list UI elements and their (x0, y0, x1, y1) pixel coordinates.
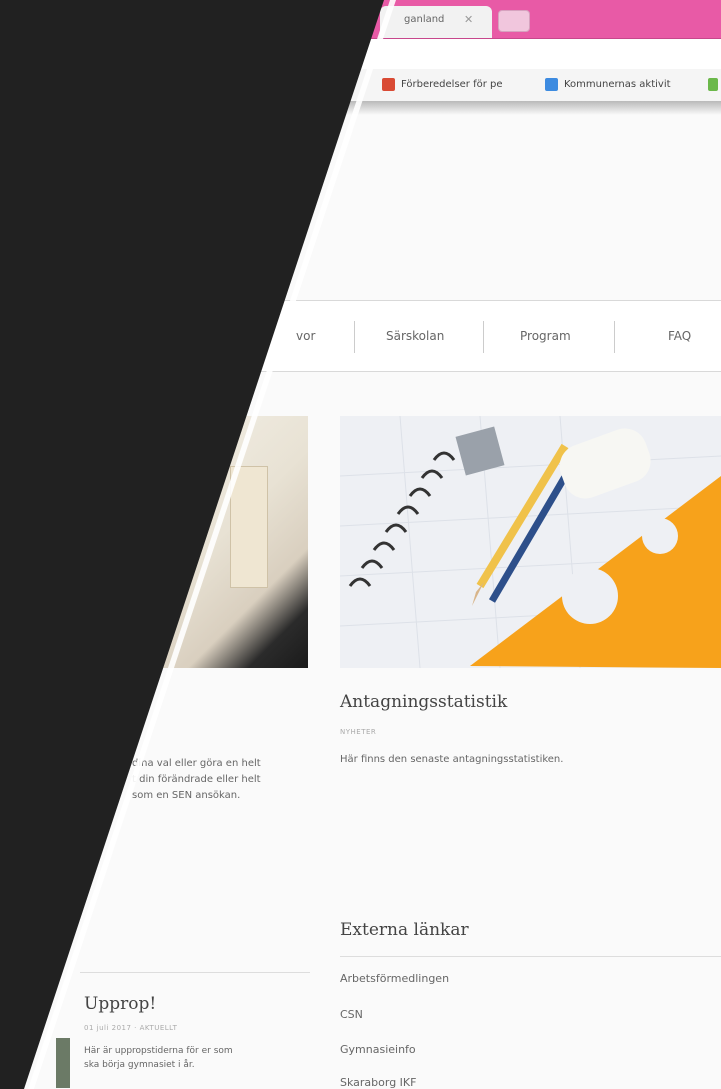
uprop-meta: 01 juli 2017 · AKTUELLT (84, 1024, 178, 1032)
classroom-image[interactable] (160, 416, 308, 668)
browser-tab-bar: ganland ✕ (0, 0, 721, 39)
bookmark-forberedelser[interactable]: Förberedelser för pe (382, 78, 503, 91)
browser-tab[interactable]: ganland ✕ (380, 6, 492, 38)
tab-close-icon[interactable]: ✕ (464, 13, 473, 26)
card-meta: NYHETER (340, 728, 377, 736)
external-links-heading: Externa länkar (340, 920, 469, 940)
window-frame-shape (230, 466, 268, 588)
uprop-line: Här är uppropstiderna för er som (84, 1046, 233, 1056)
card-title[interactable]: Antagningsstatistik (340, 692, 507, 712)
stationery-illustration (340, 416, 721, 668)
main-nav: vor Särskolan Program FAQ (0, 300, 721, 372)
link-arbetsformedlingen[interactable]: Arbetsförmedlingen (340, 972, 449, 985)
card-left-text: dina val eller göra en helt t din föränd… (132, 756, 312, 804)
nav-item-faq[interactable]: FAQ (668, 329, 691, 343)
card-left-line: som en SEN ansökan. (132, 790, 241, 801)
nav-divider (483, 321, 484, 353)
grid-icon (545, 78, 558, 91)
uprop-title[interactable]: Upprop! (84, 994, 156, 1014)
link-csn[interactable]: CSN (340, 1008, 363, 1021)
bookmarks-bar: Förberedelser för pe Kommunernas aktivit (0, 69, 721, 102)
pdf-icon (382, 78, 395, 91)
bookmark-excel[interactable] (708, 78, 718, 91)
bookmark-label: Kommunernas aktivit (564, 79, 671, 90)
card-left-line: dina val eller göra en helt (132, 758, 261, 769)
nav-item-program[interactable]: Program (520, 329, 571, 343)
nav-item-partial[interactable]: vor (296, 329, 315, 343)
stationery-image[interactable] (340, 416, 721, 668)
nav-item-sarskolan[interactable]: Särskolan (386, 329, 444, 343)
card-left-line: t din förändrade eller helt (132, 774, 261, 785)
nav-divider (354, 321, 355, 353)
uprop-line: ska börja gymnasiet i år. (84, 1060, 195, 1070)
excel-icon (708, 78, 718, 91)
divider (80, 972, 310, 973)
toolbar-shadow (0, 101, 721, 115)
tab-title: ganland (404, 14, 445, 25)
bookmark-kommunernas[interactable]: Kommunernas aktivit (545, 78, 671, 91)
address-bar[interactable] (0, 39, 721, 69)
nav-divider (614, 321, 615, 353)
new-tab-button[interactable] (498, 10, 530, 32)
divider (340, 956, 721, 957)
link-skaraborg[interactable]: Skaraborg IKF (340, 1076, 416, 1089)
card-text: Här finns den senaste antagningsstatisti… (340, 754, 564, 765)
link-gymnasieinfo[interactable]: Gymnasieinfo (340, 1043, 416, 1056)
uprop-text: Här är uppropstiderna för er som ska bör… (84, 1044, 233, 1072)
bookmark-label: Förberedelser för pe (401, 79, 503, 90)
uprop-thumbnail[interactable] (56, 1038, 70, 1088)
